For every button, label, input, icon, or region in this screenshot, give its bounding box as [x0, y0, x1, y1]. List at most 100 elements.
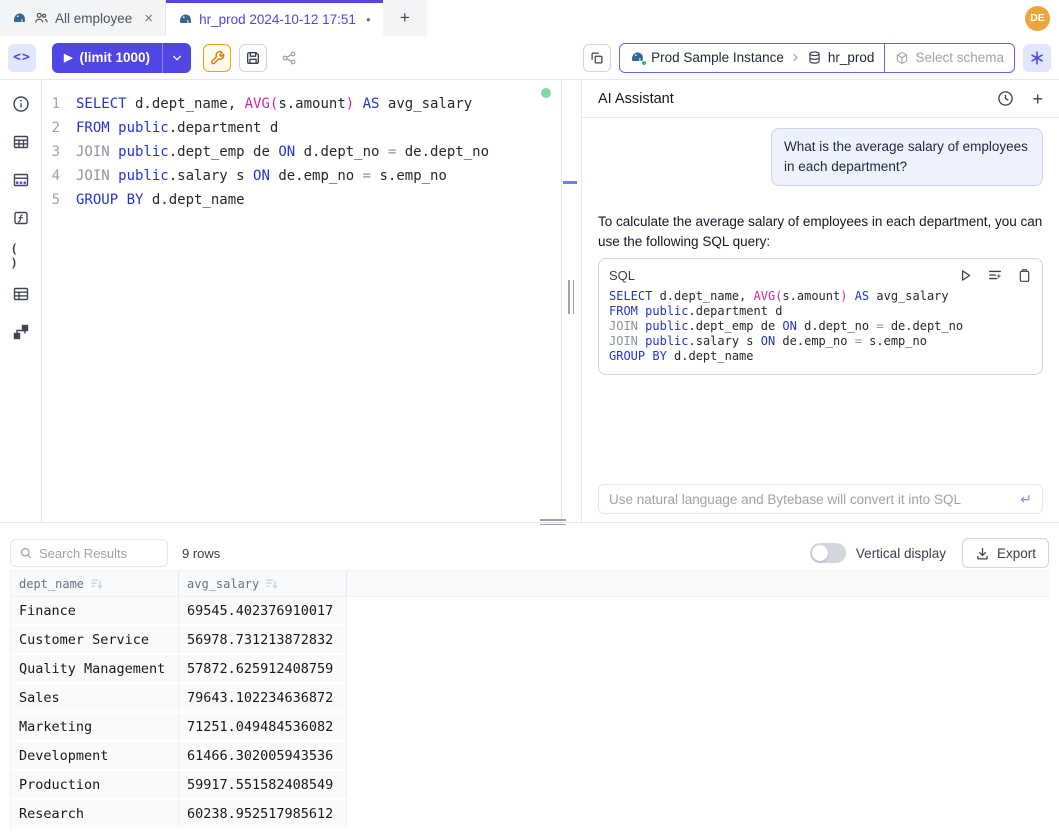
ai-panel-title: AI Assistant [598, 91, 674, 107]
sidebar-item-tables[interactable] [11, 132, 31, 152]
run-query-button[interactable]: ▶ (limit 1000) [52, 43, 191, 73]
table-cell[interactable]: 57872.625912408759 [179, 655, 347, 684]
export-label: Export [997, 546, 1036, 561]
table-cell[interactable]: Marketing [11, 713, 179, 742]
table-cell[interactable]: 69545.402376910017 [179, 597, 347, 626]
table-cell[interactable]: Research [11, 800, 179, 829]
tabs-strip: All employee × hr_prod 2024-10-12 17:51 … [0, 0, 427, 36]
run-code-button[interactable] [958, 268, 973, 283]
format-sql-button[interactable] [583, 44, 611, 72]
table-cell[interactable]: Development [11, 742, 179, 771]
scrollbar-thumb[interactable] [563, 181, 577, 184]
run-label: (limit 1000) [79, 50, 150, 65]
avatar[interactable]: DE [1025, 6, 1050, 31]
vertical-resize-handle[interactable] [568, 280, 574, 314]
sql-editor-content[interactable]: 1SELECT d.dept_name, AVG(s.amount) AS av… [42, 92, 561, 212]
postgres-icon [178, 12, 193, 27]
instance-name: Prod Sample Instance [651, 50, 784, 65]
clipboard-icon [1017, 268, 1032, 283]
code-line: GROUP BY d.dept_name [609, 349, 1032, 364]
code-line: 4JOIN public.salary s ON de.emp_no = s.e… [42, 164, 561, 188]
admin-mode-button[interactable] [203, 44, 231, 72]
tab-all-employee[interactable]: All employee × [0, 0, 166, 36]
table-cell[interactable]: Customer Service [11, 626, 179, 655]
info-icon [12, 95, 30, 113]
schema-selector[interactable]: Select schema [885, 43, 1015, 73]
table-cell[interactable]: Production [11, 771, 179, 800]
connection-breadcrumb: Prod Sample Instance hr_prod Select sche… [619, 43, 1015, 73]
clock-icon [997, 90, 1014, 107]
code-line: JOIN public.salary s ON de.emp_no = s.em… [609, 334, 1032, 349]
line-number: 4 [42, 164, 76, 188]
new-tab-button[interactable]: + [383, 0, 427, 36]
table-cell[interactable]: 79643.102234636872 [179, 684, 347, 713]
sidebar-item-procedures[interactable]: ( ) [11, 246, 31, 266]
instance-database-selector[interactable]: Prod Sample Instance hr_prod [619, 43, 885, 73]
sidebar-item-functions[interactable] [11, 208, 31, 228]
insert-format-icon [987, 267, 1003, 283]
history-button[interactable] [997, 90, 1014, 107]
users-icon [33, 10, 49, 26]
horizontal-divider [0, 522, 1059, 536]
table-row[interactable]: Quality Management57872.625912408759 [11, 655, 1049, 684]
tab-hr-prod[interactable]: hr_prod 2024-10-12 17:51 ● [166, 0, 383, 36]
table-row[interactable]: Production59917.551582408549 [11, 771, 1049, 800]
close-icon[interactable]: × [144, 11, 153, 26]
column-header-dept-name[interactable]: dept_name [11, 571, 179, 596]
table-cell[interactable]: 71251.049484536082 [179, 713, 347, 742]
results-table-header: dept_name avg_salary [10, 570, 1049, 597]
sort-icon [265, 577, 279, 591]
table-row[interactable]: Customer Service56978.731213872832 [11, 626, 1049, 655]
row-count: 9 rows [182, 546, 220, 561]
export-button[interactable]: Export [962, 538, 1049, 568]
table-cell[interactable]: 56978.731213872832 [179, 626, 347, 655]
code-line: 5GROUP BY d.dept_name [42, 188, 561, 212]
unsaved-dot-icon: ● [366, 15, 371, 24]
table-cell[interactable]: Quality Management [11, 655, 179, 684]
run-options-dropdown[interactable] [162, 43, 191, 73]
function-icon [12, 209, 30, 227]
database-name: hr_prod [828, 50, 875, 65]
postgres-icon [630, 50, 645, 65]
code-line: 3JOIN public.dept_emp de ON d.dept_no = … [42, 140, 561, 164]
search-icon [19, 546, 33, 560]
search-input[interactable] [39, 546, 159, 561]
insert-code-button[interactable] [987, 267, 1003, 283]
column-header-avg-salary[interactable]: avg_salary [179, 571, 347, 596]
code-line: JOIN public.dept_emp de ON d.dept_no = d… [609, 319, 1032, 334]
table-row[interactable]: Research60238.952517985612 [11, 800, 1049, 829]
table-cell[interactable]: 60238.952517985612 [179, 800, 347, 829]
table-cell[interactable]: 59917.551582408549 [179, 771, 347, 800]
sql-editor[interactable]: 1SELECT d.dept_name, AVG(s.amount) AS av… [42, 80, 562, 522]
return-key-icon: ↵ [1020, 491, 1032, 508]
new-chat-button[interactable]: + [1032, 90, 1043, 108]
editor-scroll-gutter[interactable] [562, 80, 582, 522]
horizontal-resize-handle[interactable] [540, 519, 566, 525]
ai-prompt-input[interactable] [609, 492, 1020, 507]
sidebar-item-tables-highlighted[interactable] [11, 170, 31, 190]
schema-placeholder: Select schema [915, 50, 1004, 65]
table-cell[interactable]: 61466.302005943536 [179, 742, 347, 771]
share-button[interactable] [275, 44, 303, 72]
table-row[interactable]: Development61466.302005943536 [11, 742, 1049, 771]
table-row[interactable]: Marketing71251.049484536082 [11, 713, 1049, 742]
table-cell[interactable]: Sales [11, 684, 179, 713]
run-query-main[interactable]: ▶ (limit 1000) [52, 43, 162, 73]
sidebar-item-info[interactable] [11, 94, 31, 114]
copy-code-button[interactable] [1017, 268, 1032, 283]
play-icon: ▶ [64, 51, 72, 64]
results-search-box[interactable] [10, 539, 168, 567]
vertical-display-toggle[interactable] [810, 543, 846, 563]
table-row[interactable]: Sales79643.102234636872 [11, 684, 1049, 713]
editor-toolbar: <> ▶ (limit 1000) Prod Sample Instance [0, 36, 1059, 80]
vertical-display-label: Vertical display [856, 546, 946, 561]
sidebar-item-views[interactable] [11, 284, 31, 304]
table-highlighted-icon [12, 171, 30, 189]
code-panel-toggle-button[interactable]: <> [8, 44, 36, 72]
openai-assistant-button[interactable] [1023, 44, 1051, 72]
sidebar-item-schema-diagram[interactable] [11, 322, 31, 342]
table-row[interactable]: Finance69545.402376910017 [11, 597, 1049, 626]
ai-assistant-panel: AI Assistant + What is the average salar… [582, 80, 1059, 522]
table-cell[interactable]: Finance [11, 597, 179, 626]
save-button[interactable] [239, 44, 267, 72]
